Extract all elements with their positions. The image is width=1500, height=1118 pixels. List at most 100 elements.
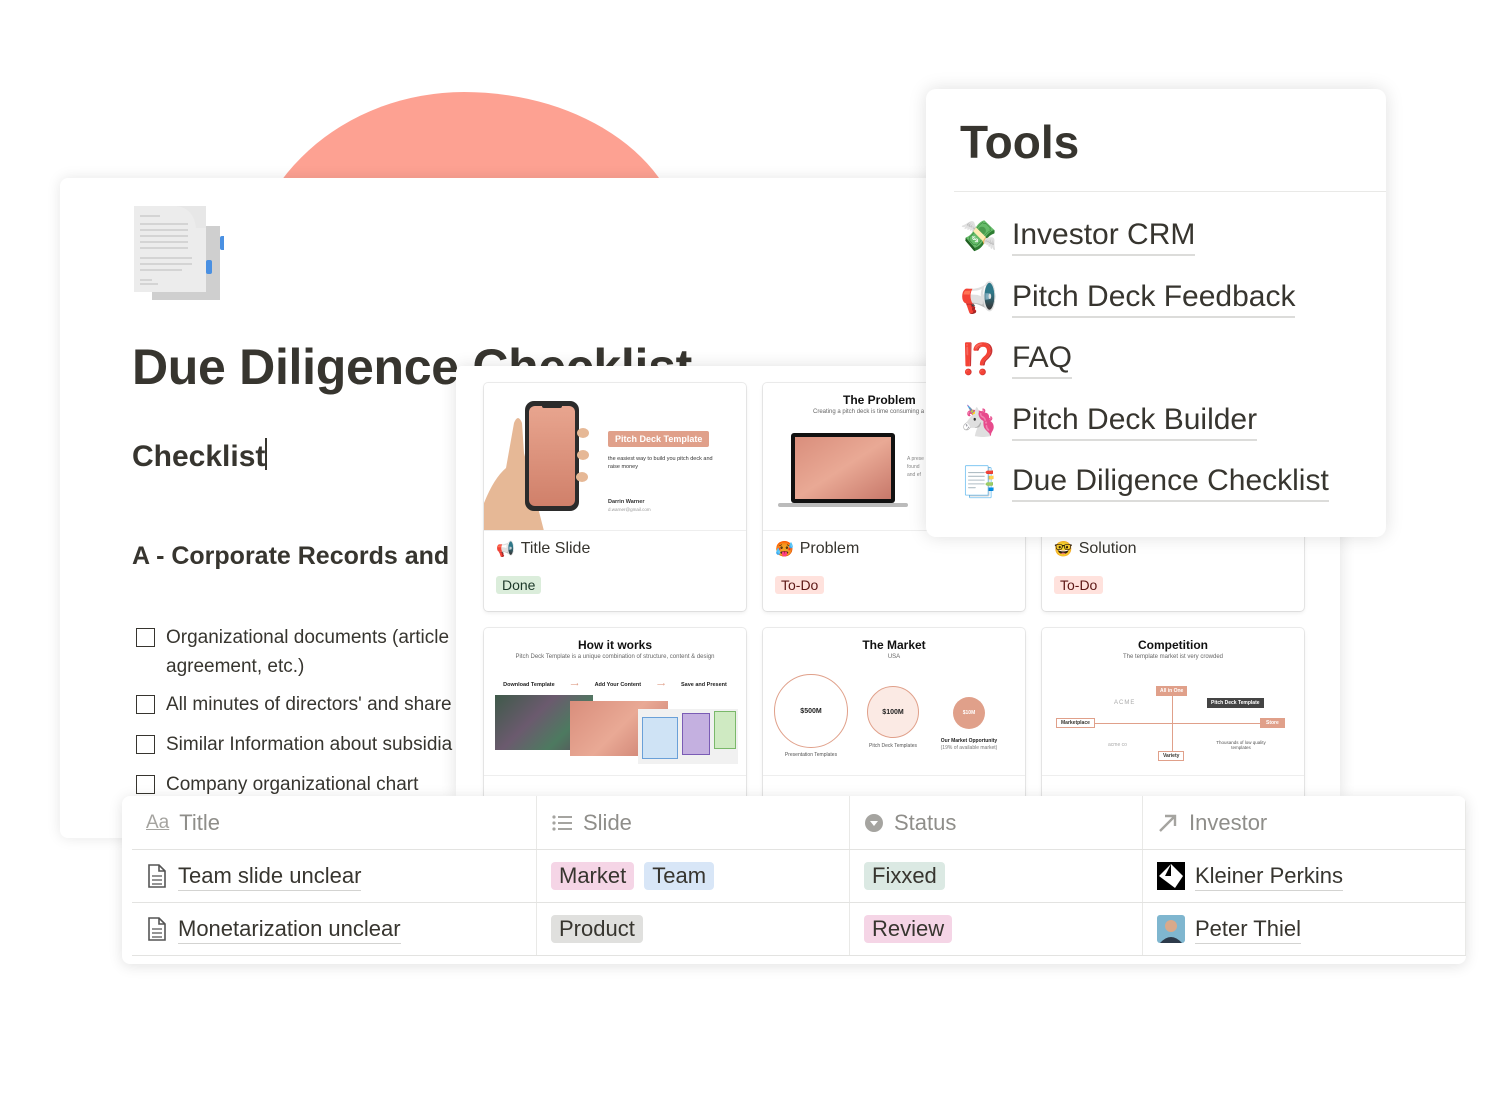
page-icon: [148, 917, 166, 941]
tool-link-due-diligence-checklist[interactable]: 📑 Due Diligence Checklist: [960, 462, 1329, 502]
checkbox[interactable]: [136, 628, 155, 647]
market-circle-label: Presentation Templates: [784, 752, 838, 758]
money-with-wings-icon: 💸: [960, 219, 998, 253]
tools-title: Tools: [960, 116, 1080, 168]
todo-item: Organizational documents (article agreeme…: [136, 623, 449, 681]
row-title-link[interactable]: Team slide unclear: [178, 862, 362, 891]
document-pages-icon: 📑: [960, 465, 998, 499]
steps: Download Template ⟶ Add Your Content ⟶ Sav…: [503, 682, 727, 688]
slide-title: Competition: [1138, 638, 1208, 652]
card-preview: The Market USA $500M Presentation Templa…: [763, 628, 1025, 776]
checkbox[interactable]: [136, 695, 155, 714]
unicorn-icon: 🦄: [960, 404, 998, 438]
cell-title: Team slide unclear: [132, 850, 537, 902]
todo-text: Company organizational chart: [166, 774, 419, 795]
tool-link-pitch-deck-builder[interactable]: 🦄 Pitch Deck Builder: [960, 401, 1258, 441]
kleiner-perkins-logo-icon: [1157, 862, 1185, 890]
tagline: the easiest way to build you pitch deck …: [608, 456, 713, 470]
todo-item: Similar Information about subsidia: [136, 730, 452, 759]
cell-investor: Kleiner Perkins: [1143, 850, 1466, 902]
cell-investor: Peter Thiel: [1143, 903, 1466, 955]
axis-left-label: Marketplace: [1056, 718, 1095, 728]
tool-link-pitch-deck-feedback[interactable]: 📢 Pitch Deck Feedback: [960, 278, 1296, 318]
text-property-icon: Aa: [146, 811, 170, 833]
tool-link-faq[interactable]: ⁉️ FAQ: [960, 339, 1073, 379]
todo-text: All minutes of directors' and share: [166, 694, 452, 715]
text-caret: [265, 438, 267, 470]
gallery-card-market[interactable]: The Market USA $500M Presentation Templa…: [763, 628, 1025, 798]
column-header-slide[interactable]: Slide: [537, 796, 850, 849]
list-icon: [552, 814, 572, 831]
nerd-face-icon: 🤓: [1054, 541, 1073, 558]
row-title-link[interactable]: Monetarization unclear: [178, 915, 401, 944]
status-badge: Review: [864, 915, 953, 943]
todo-item: Company organizational chart: [136, 770, 418, 799]
peter-thiel-avatar: [1157, 915, 1185, 943]
tools-panel: Tools 💸 Investor CRM 📢 Pitch Deck Feedba…: [926, 89, 1386, 537]
slide-subtitle: Pitch Deck Template is a unique combinat…: [515, 654, 715, 660]
slide-title: How it works: [577, 638, 652, 652]
checkbox[interactable]: [136, 775, 155, 794]
card-preview: How it works Pitch Deck Template is a un…: [484, 628, 746, 776]
todo-item: All minutes of directors' and share: [136, 690, 452, 719]
author-email: d.warner@gmail.com: [608, 507, 651, 512]
card-title: 🥵 Problem: [775, 540, 860, 558]
interrobang-icon: ⁉️: [960, 342, 998, 376]
axis-vertical: [1172, 690, 1173, 760]
cell-status: Review: [850, 903, 1143, 955]
status-badge: Fixxed: [864, 862, 945, 890]
column-header-investor[interactable]: Investor: [1143, 796, 1466, 849]
cell-slide: Market Team: [537, 850, 850, 902]
market-circle-label: Our Market Opportunity: [940, 738, 998, 744]
checkbox[interactable]: [136, 735, 155, 754]
megaphone-icon: 📢: [496, 541, 515, 558]
column-header-title[interactable]: Aa Title: [132, 796, 537, 849]
card-title: 📢 Title Slide: [496, 540, 591, 558]
status-badge: To-Do: [1054, 576, 1104, 594]
slide-subtitle: USA: [887, 654, 901, 660]
table-header-row: Aa Title Slide Status Investor: [132, 796, 1466, 850]
gallery-card-title-slide[interactable]: Pitch Deck Template the easiest way to b…: [484, 383, 746, 611]
investor-link[interactable]: Peter Thiel: [1195, 915, 1301, 944]
status-badge: To-Do: [775, 576, 825, 594]
megaphone-icon: 📢: [960, 281, 998, 315]
checklist-heading[interactable]: Checklist: [132, 438, 267, 474]
slide-tag: Product: [551, 915, 643, 943]
author: Darrin Warner: [608, 499, 645, 505]
market-circle-label: Pitch Deck Templates: [869, 743, 917, 749]
slide-side-text: A prese found and ef: [907, 456, 924, 478]
column-header-status[interactable]: Status: [850, 796, 1143, 849]
section-heading: A - Corporate Records and: [132, 542, 450, 570]
market-circle-som: $10M: [953, 697, 985, 729]
card-title: 🤓 Solution: [1054, 540, 1137, 558]
gallery-card-product[interactable]: How it works Pitch Deck Template is a un…: [484, 628, 746, 798]
tool-link-investor-crm[interactable]: 💸 Investor CRM: [960, 216, 1196, 256]
feedback-table: Aa Title Slide Status Investor Team slid…: [122, 796, 1466, 964]
template-badge: Pitch Deck Template: [608, 431, 710, 447]
axis-bottom-label: Variety: [1158, 751, 1185, 761]
hot-face-icon: 🥵: [775, 541, 794, 558]
investor-link[interactable]: Kleiner Perkins: [1195, 862, 1343, 891]
cell-title: Monetarization unclear: [132, 903, 537, 955]
cell-status: Fixxed: [850, 850, 1143, 902]
competitor-logo: acme co: [1108, 742, 1127, 748]
select-property-icon: [865, 813, 883, 832]
market-circle-total: $500M: [774, 674, 848, 748]
slide-title: The Market: [862, 638, 926, 652]
todo-text: Organizational documents (article agreeme…: [166, 627, 450, 677]
slide-subtitle: The template market ist very crowded: [1122, 654, 1224, 660]
table-row[interactable]: Monetarization unclear Product Review Pe…: [132, 903, 1466, 956]
competitor-note: Thousands of low quality templates: [1216, 740, 1266, 750]
market-circle-sam: $100M: [867, 686, 919, 738]
axis-top-label: All in One: [1156, 686, 1188, 696]
table-row[interactable]: Team slide unclear Market Team Fixxed Kl…: [132, 850, 1466, 903]
card-preview: Pitch Deck Template the easiest way to b…: [484, 383, 746, 531]
status-badge: Done: [496, 576, 542, 594]
divider: [954, 191, 1386, 192]
card-preview: Competition The template market ist very…: [1042, 628, 1304, 776]
cell-slide: Product: [537, 903, 850, 955]
relation-arrow-icon: [1159, 814, 1177, 832]
gallery-card-competition[interactable]: Competition The template market ist very…: [1042, 628, 1304, 798]
highlight-label: Pitch Deck Template: [1207, 698, 1264, 708]
slide-tag: Team: [644, 862, 715, 890]
